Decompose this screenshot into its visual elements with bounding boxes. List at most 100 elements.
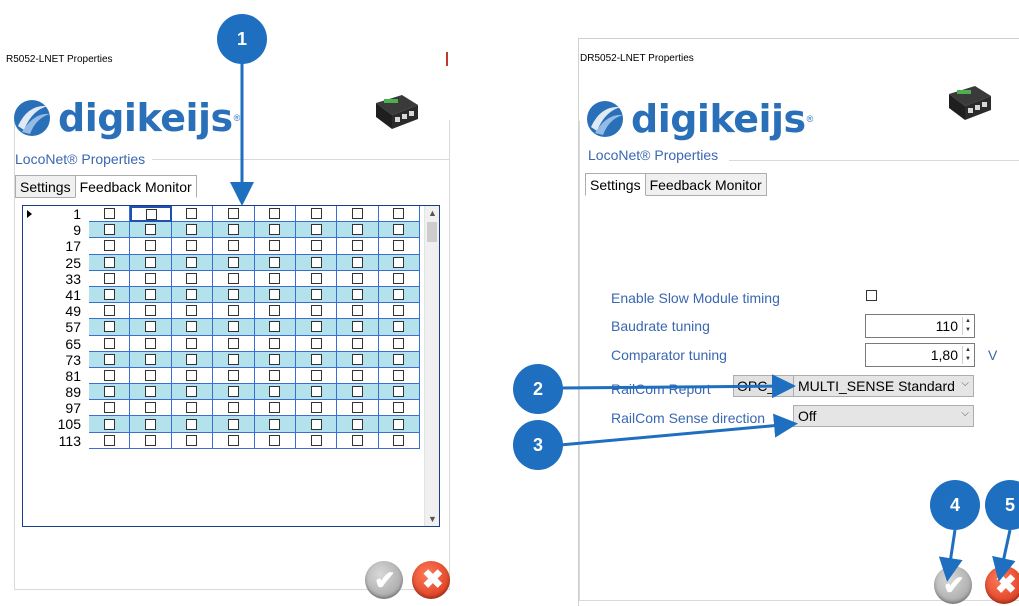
feedback-checkbox[interactable] [310,289,322,301]
row-header[interactable]: 65 [23,336,89,352]
feedback-cell[interactable] [171,400,214,417]
feedback-cell[interactable] [171,351,214,368]
row-header[interactable]: 113 [23,433,89,449]
feedback-checkbox[interactable] [227,321,239,333]
feedback-checkbox[interactable] [145,289,157,301]
feedback-checkbox[interactable] [310,208,322,220]
feedback-checkbox[interactable] [227,337,239,349]
feedback-cell[interactable] [130,416,172,433]
feedback-checkbox[interactable] [186,305,198,317]
row-header[interactable]: 9 [23,222,89,239]
feedback-cell[interactable] [171,286,214,304]
feedback-checkbox[interactable] [186,353,198,365]
feedback-checkbox[interactable] [103,321,115,333]
feedback-cell[interactable] [295,206,338,223]
feedback-checkbox[interactable] [269,418,281,430]
feedback-checkbox[interactable] [393,305,405,317]
feedback-cell[interactable] [130,222,172,239]
feedback-cell[interactable] [171,432,214,449]
feedback-cell[interactable] [378,286,421,304]
feedback-cell[interactable] [337,367,379,385]
feedback-cell[interactable] [89,270,131,287]
feedback-checkbox[interactable] [352,386,364,398]
row-header[interactable]: 33 [23,271,89,287]
feedback-cell[interactable] [254,206,296,223]
feedback-cell[interactable] [130,384,172,401]
feedback-checkbox[interactable] [145,418,157,430]
feedback-checkbox[interactable] [310,369,322,381]
feedback-cell[interactable] [337,222,379,239]
cancel-button[interactable]: ✖ [985,566,1019,604]
feedback-cell[interactable] [89,286,131,304]
feedback-checkbox[interactable] [352,418,364,430]
feedback-checkbox[interactable] [269,321,281,333]
feedback-checkbox[interactable] [227,224,239,236]
feedback-cell[interactable] [254,286,296,304]
feedback-checkbox[interactable] [186,256,198,268]
feedback-checkbox[interactable] [269,402,281,414]
tab-feedback-monitor[interactable]: Feedback Monitor [74,175,197,198]
feedback-cell[interactable] [213,400,255,417]
row-header[interactable]: 73 [23,352,89,368]
feedback-checkbox[interactable] [310,386,322,398]
feedback-cell[interactable] [89,206,131,223]
row-header[interactable]: 41 [23,287,89,304]
feedback-cell[interactable] [130,238,172,255]
feedback-cell[interactable] [378,416,421,433]
feedback-cell[interactable] [89,384,131,401]
feedback-checkbox[interactable] [186,402,198,414]
row-header[interactable]: 89 [23,384,89,401]
feedback-cell[interactable] [213,206,255,223]
feedback-checkbox[interactable] [145,240,157,252]
feedback-cell[interactable] [171,303,214,320]
feedback-checkbox[interactable] [310,418,322,430]
feedback-cell[interactable] [378,222,421,239]
feedback-cell[interactable] [337,270,379,287]
spinner-buttons[interactable]: ▲ ▼ [962,346,973,364]
row-header[interactable]: 1 [23,206,89,223]
feedback-checkbox[interactable] [310,240,322,252]
feedback-checkbox[interactable] [103,289,115,301]
feedback-cell[interactable] [254,400,296,417]
feedback-cell[interactable] [130,319,172,336]
feedback-checkbox[interactable] [227,208,239,220]
feedback-checkbox[interactable] [227,305,239,317]
feedback-cell[interactable] [171,222,214,239]
feedback-checkbox[interactable] [310,224,322,236]
row-header[interactable]: 49 [23,303,89,320]
feedback-cell[interactable] [171,335,214,352]
feedback-checkbox[interactable] [145,224,157,236]
feedback-cell[interactable] [171,384,214,401]
feedback-checkbox[interactable] [352,256,364,268]
feedback-cell[interactable] [295,335,338,352]
feedback-cell[interactable] [89,238,131,255]
feedback-cell[interactable] [89,400,131,417]
feedback-checkbox[interactable] [269,369,281,381]
feedback-checkbox[interactable] [393,208,405,220]
feedback-checkbox[interactable] [393,402,405,414]
feedback-cell[interactable] [213,319,255,336]
feedback-checkbox[interactable] [310,305,322,317]
feedback-checkbox[interactable] [145,402,157,414]
cancel-button[interactable]: ✖ [412,561,450,599]
feedback-checkbox[interactable] [103,305,115,317]
feedback-checkbox[interactable] [145,337,157,349]
feedback-cell[interactable] [295,351,338,368]
tab-settings[interactable]: Settings [585,173,646,196]
feedback-grid[interactable]: 1 9 17 25 33 41 49 57 65 73 81 89 97 105 113 ▲ ▼ [22,205,440,527]
chevron-down-icon[interactable]: ▼ [963,326,973,335]
feedback-cell[interactable] [295,400,338,417]
feedback-checkbox[interactable] [393,434,405,446]
feedback-cell[interactable] [171,319,214,336]
feedback-cell[interactable] [254,351,296,368]
feedback-checkbox[interactable] [310,353,322,365]
feedback-cell[interactable] [130,254,172,271]
feedback-checkbox[interactable] [310,337,322,349]
feedback-checkbox[interactable] [352,369,364,381]
row-header[interactable]: 105 [23,416,89,433]
feedback-cell[interactable] [213,384,255,401]
scroll-down-icon[interactable]: ▼ [428,514,437,524]
feedback-cell[interactable] [295,222,338,239]
feedback-cell[interactable] [130,206,172,223]
feedback-cell[interactable] [89,303,131,320]
